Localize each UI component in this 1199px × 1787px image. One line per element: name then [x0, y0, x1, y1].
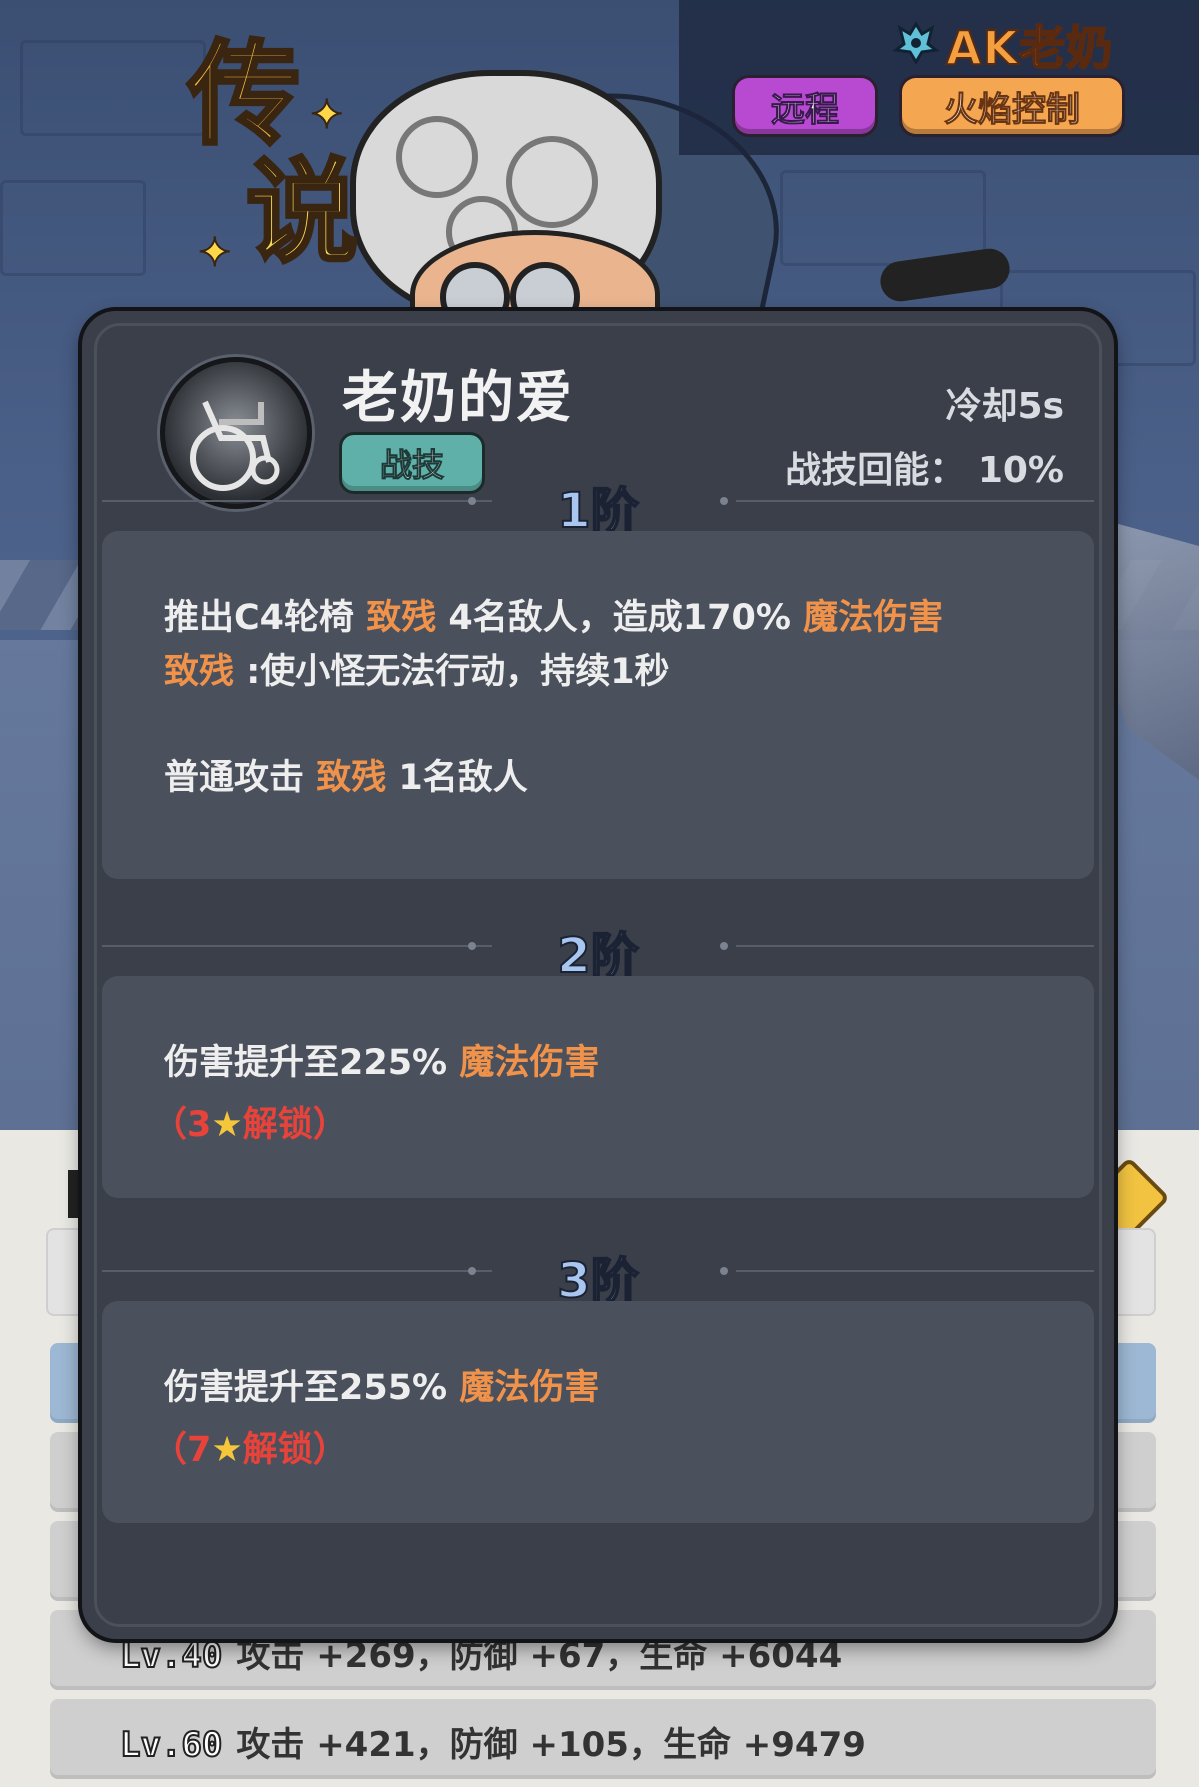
- level-label: Lv.40: [119, 1635, 223, 1677]
- keyword-cripple: 致残: [316, 758, 387, 798]
- keyword-cripple: 致残: [366, 598, 437, 638]
- description-line: 推出C4轮椅 致残 4名敌人，造成170% 魔法伤害: [164, 598, 944, 638]
- tier-header: 3阶: [82, 1241, 1114, 1310]
- faction-icon: [892, 21, 940, 64]
- keyword-magic-damage: 魔法伤害: [459, 1368, 600, 1408]
- level-stats: 攻击 +269，防御 +67，生命 +6044: [236, 1636, 843, 1676]
- wall-brick: [20, 40, 206, 136]
- rarity-char: 传: [186, 30, 302, 160]
- sparkle-icon: ✦: [197, 229, 232, 277]
- star-icon: ★: [211, 1430, 243, 1470]
- hero-name: AK老奶: [945, 20, 1114, 76]
- skill-detail-popup[interactable]: 老奶的爱 战技 冷却5s 战技回能： 10% 1阶 推出C4轮椅 致残 4名敌人…: [82, 311, 1114, 1639]
- level-bonus-row: Lv.60 攻击 +421，防御 +105，生命 +9479: [50, 1699, 1156, 1779]
- unlock-requirement: （3★解锁）: [152, 1105, 348, 1145]
- unlock-requirement: （7★解锁）: [152, 1430, 348, 1470]
- rarity-char: 说: [244, 148, 360, 278]
- level-bonus-text: Lv.60 攻击 +421，防御 +105，生命 +9479: [119, 1717, 866, 1766]
- tier-header: 2阶: [82, 916, 1114, 985]
- tag-fire-control: 火焰控制: [902, 78, 1122, 134]
- wall-brick: [0, 180, 146, 276]
- star-icon: ★: [211, 1105, 243, 1145]
- description-line: 普通攻击 致残 1名敌人: [164, 758, 528, 798]
- tag-ranged: 远程: [735, 78, 875, 134]
- level-stats: 攻击 +421，防御 +105，生命 +9479: [236, 1725, 866, 1765]
- description-line: 致残 :使小怪无法行动，持续1秒: [164, 652, 670, 692]
- keyword-magic-damage: 魔法伤害: [803, 598, 944, 638]
- tier-header: 1阶: [82, 471, 1114, 540]
- wall-brick: [780, 170, 986, 266]
- skill-name: 老奶的爱: [342, 366, 574, 431]
- keyword-magic-damage: 魔法伤害: [459, 1043, 600, 1083]
- level-label: Lv.60: [119, 1724, 223, 1766]
- tier-1-description: 推出C4轮椅 致残 4名敌人，造成170% 魔法伤害 致残 :使小怪无法行动，持…: [102, 531, 1094, 879]
- description-line: 伤害提升至225% 魔法伤害: [164, 1043, 600, 1083]
- keyword-cripple: 致残: [164, 652, 235, 692]
- tier-3-description: 伤害提升至255% 魔法伤害 （7★解锁）: [102, 1301, 1094, 1523]
- tier-2-description: 伤害提升至225% 魔法伤害 （3★解锁）: [102, 976, 1094, 1198]
- skill-cooldown: 冷却5s: [945, 386, 1064, 427]
- description-line: 伤害提升至255% 魔法伤害: [164, 1368, 600, 1408]
- sparkle-icon: ✦: [309, 91, 344, 139]
